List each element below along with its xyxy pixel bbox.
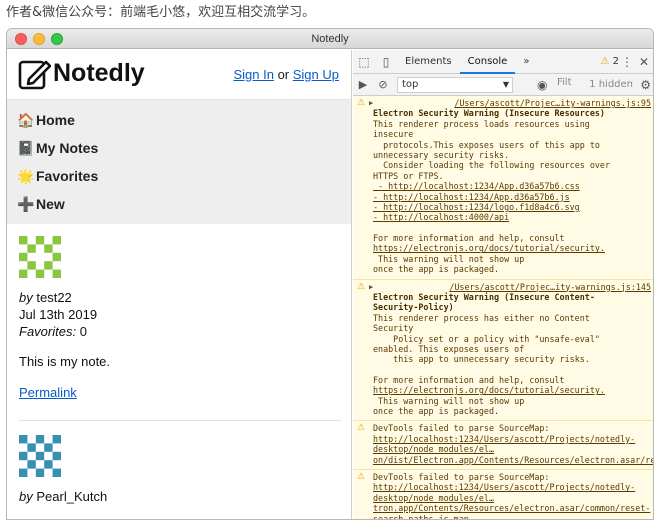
warnings-badge[interactable]: ⚠ 2 — [600, 50, 619, 74]
expand-caret-icon[interactable]: ▶ — [369, 282, 373, 292]
nav-item-favorites[interactable]: 🌟 Favorites — [7, 162, 351, 190]
auth-links: Sign In or Sign Up — [233, 67, 339, 82]
auth-or-text: or — [277, 67, 290, 82]
note-content: This is my note. — [19, 354, 111, 369]
nav-item-my-notes[interactable]: 📓 My Notes — [7, 134, 351, 162]
warning-tail: This warning will not show up once the a… — [373, 395, 525, 416]
nav-item-label: My Notes — [36, 140, 99, 156]
gear-icon[interactable]: ⚙ — [640, 74, 651, 96]
app-window: Notedly Notedly Sign In or Sign Up 🏠 Hom… — [6, 28, 654, 520]
permalink-link[interactable]: Permalink — [19, 385, 77, 400]
note-card: by Pearl_Kutch — [19, 435, 341, 519]
notedly-app: Notedly Sign In or Sign Up 🏠 Home 📓 My N… — [7, 50, 352, 519]
app-header: Notedly Sign In or Sign Up — [7, 50, 351, 100]
warning-icon: ⚠ — [600, 56, 610, 67]
warnings-count: 2 — [612, 56, 619, 67]
note-author-line: by Pearl_Kutch — [19, 488, 341, 505]
note-feed: by test22 Jul 13th 2019 Favorites: 0 Thi… — [7, 224, 351, 519]
nav-item-home[interactable]: 🏠 Home — [7, 106, 351, 134]
warning-tail: This warning will not show up once the a… — [373, 253, 525, 275]
warning-title: Electron Security Warning (Insecure Cont… — [373, 291, 595, 313]
app-logo-text[interactable]: Notedly — [53, 59, 145, 88]
favorites-label: Favorites: — [19, 324, 77, 339]
close-icon[interactable]: ✕ — [639, 50, 649, 74]
favorites-count: 0 — [79, 324, 87, 339]
nav-item-new[interactable]: ➕ New — [7, 190, 351, 218]
user-avatar — [19, 236, 61, 278]
more-tabs-button[interactable]: » — [515, 50, 537, 74]
sign-up-link[interactable]: Sign Up — [293, 67, 339, 82]
page-caption: 作者&微信公众号：前端毛小悠，欢迎互相交流学习。 — [0, 0, 660, 26]
help-link[interactable]: https://electronjs.org/docs/tutorial/sec… — [373, 243, 605, 253]
warning-icon: ⚠ — [357, 281, 366, 292]
by-label: by — [19, 290, 33, 305]
by-label: by — [19, 489, 33, 504]
sign-in-link[interactable]: Sign In — [233, 67, 273, 82]
sourcemap-prefix: DevTools failed to parse SourceMap: — [373, 472, 555, 482]
console-toolbar: ▶ ⊘ top ▼ ◉ Filt 1 hidden ⚙ — [353, 74, 653, 96]
device-toolbar-icon[interactable]: ▯ — [375, 55, 397, 69]
help-text: For more information and help, consult — [373, 232, 565, 243]
hidden-messages-count: 1 hidden — [589, 79, 633, 90]
message-source-link[interactable]: /Users/ascott/Projec…ity-warnings.js:145 — [373, 282, 651, 292]
chevron-down-icon: ▼ — [502, 79, 509, 89]
note-author: Pearl_Kutch — [36, 489, 108, 504]
tab-elements[interactable]: Elements — [397, 50, 460, 74]
eye-icon[interactable]: ◉ — [537, 74, 547, 96]
sourcemap-prefix: DevTools failed to parse SourceMap: — [373, 423, 555, 434]
resource-link[interactable]: - http://localhost:4000/api — [373, 212, 509, 222]
warning-icon: ⚠ — [357, 98, 366, 108]
kebab-menu-icon[interactable]: ⋮ — [621, 50, 633, 74]
warning-title: Electron Security Warning (Insecure Reso… — [373, 108, 605, 119]
warning-body: This renderer process loads resources us… — [373, 118, 610, 181]
warning-body: This renderer process has either no Cont… — [373, 312, 600, 365]
window-title: Notedly — [311, 33, 349, 45]
main-navigation: 🏠 Home 📓 My Notes 🌟 Favorites ➕ New — [7, 100, 351, 224]
console-warning: ⚠ ▶/Users/ascott/Projec…ity-warnings.js:9… — [353, 96, 653, 280]
console-messages: ⚠ ▶/Users/ascott/Projec…ity-warnings.js:9… — [353, 96, 653, 519]
resource-link[interactable]: - http://localhost:1234/App.d36a57b6.js — [373, 192, 570, 202]
warning-icon: ⚠ — [357, 472, 366, 482]
note-favorites: Favorites: 0 — [19, 323, 341, 340]
help-link[interactable]: https://electronjs.org/docs/tutorial/sec… — [373, 385, 605, 395]
note-author: test22 — [36, 290, 72, 305]
devtools-panel: ⬚ ▯ Elements Console » ⚠ 2 ⋮ ✕ ▶ ⊘ top ▼… — [353, 50, 653, 519]
note-card: by test22 Jul 13th 2019 Favorites: 0 Thi… — [19, 236, 341, 421]
filter-input[interactable]: Filt — [557, 77, 572, 88]
console-warning: ⚠ ▶/Users/ascott/Projec…ity-warnings.js:1… — [353, 280, 653, 422]
resource-link[interactable]: - http://localhost:1234/App.d36a57b6.css — [373, 181, 580, 191]
sourcemap-link[interactable]: http://localhost:1234/Users/ascott/Proje… — [373, 434, 653, 465]
tab-console[interactable]: Console — [459, 50, 516, 74]
inspect-element-icon[interactable]: ⬚ — [353, 55, 375, 69]
console-warning: ⚠ DevTools failed to parse SourceMap: htt… — [353, 470, 653, 519]
warning-icon: ⚠ — [357, 423, 366, 434]
nav-item-label: Favorites — [36, 168, 99, 184]
context-select[interactable]: top ▼ — [397, 76, 513, 93]
note-date: Jul 13th 2019 — [19, 307, 98, 322]
console-warning: ⚠ DevTools failed to parse SourceMap: htt… — [353, 421, 653, 470]
expand-caret-icon[interactable]: ▶ — [369, 98, 373, 108]
house-icon: 🏠 — [17, 111, 35, 128]
devtools-tabbar: ⬚ ▯ Elements Console » ⚠ 2 ⋮ ✕ — [353, 50, 653, 74]
help-text: For more information and help, consult — [373, 374, 565, 385]
note-author-line: by test22 — [19, 289, 341, 306]
context-value: top — [402, 78, 419, 90]
message-source-link[interactable]: /Users/ascott/Projec…ity-warnings.js:95 — [373, 98, 651, 108]
sidebar-toggle-icon[interactable]: ▶ — [353, 78, 373, 91]
nav-item-label: Home — [36, 112, 75, 128]
sourcemap-link[interactable]: http://localhost:1234/Users/ascott/Proje… — [373, 482, 650, 519]
clear-console-icon[interactable]: ⊘ — [373, 78, 393, 91]
window-titlebar: Notedly — [7, 29, 653, 49]
notepad-pencil-icon — [18, 60, 51, 90]
notebook-icon: 📓 — [17, 139, 35, 156]
star-icon: 🌟 — [17, 167, 35, 184]
user-avatar — [19, 435, 61, 477]
resource-link[interactable]: - http://localhost:1234/logo.f1d8a4c6.sv… — [373, 202, 580, 212]
nav-item-label: New — [36, 196, 65, 212]
plus-icon: ➕ — [17, 195, 35, 212]
